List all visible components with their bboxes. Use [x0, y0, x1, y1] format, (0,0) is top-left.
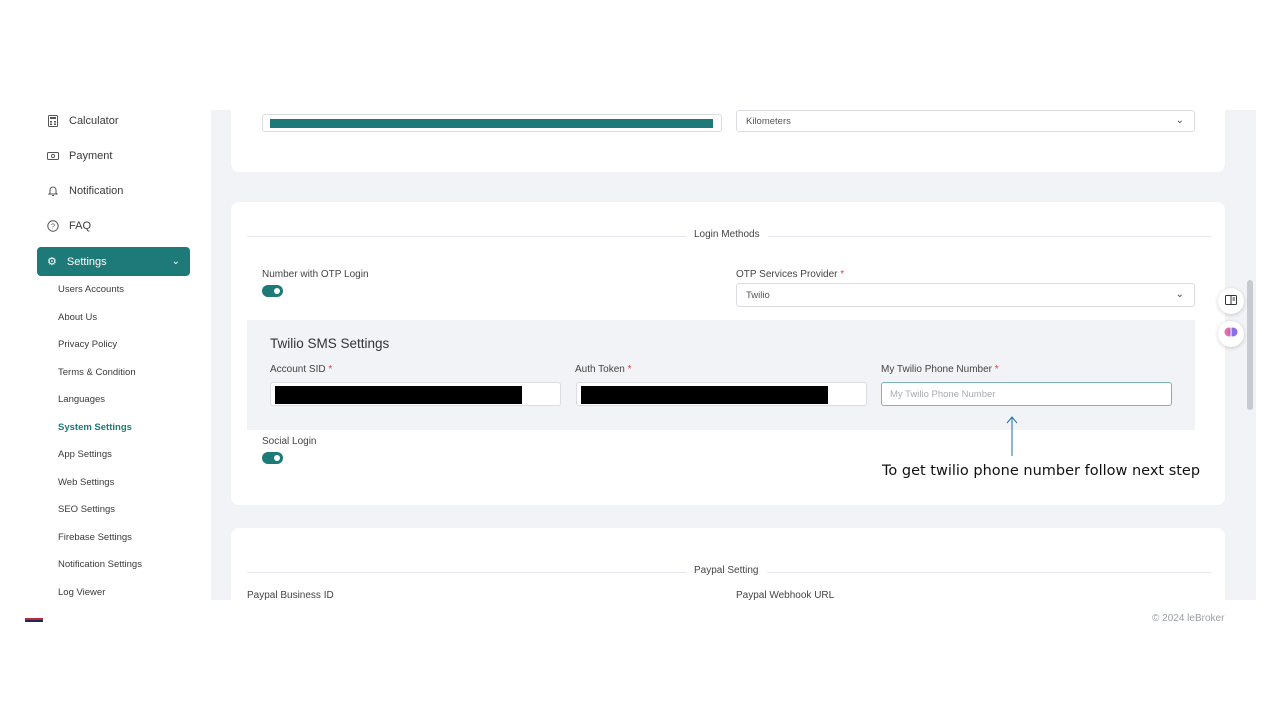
- twilio-settings-panel: Twilio SMS Settings Account SID * Auth T…: [247, 320, 1195, 430]
- phone-number-label: My Twilio Phone Number *: [881, 364, 999, 375]
- chevron-down-icon: ⌄: [171, 256, 180, 267]
- sidebar-subitem-web-settings[interactable]: Web Settings: [58, 477, 114, 488]
- chevron-down-icon: ⌄: [1175, 115, 1184, 126]
- book-icon: [1225, 292, 1237, 310]
- annotation-arrow-icon: [1006, 416, 1018, 456]
- calculator-icon: [47, 115, 59, 127]
- sidebar-subitem-seo-settings[interactable]: SEO Settings: [58, 504, 115, 515]
- otp-provider-value: Twilio: [746, 289, 770, 301]
- paypal-webhook-label: Paypal Webhook URL: [736, 590, 835, 600]
- sidebar-item-label: Settings: [66, 255, 107, 268]
- auth-token-input[interactable]: [576, 382, 867, 406]
- sidebar-item-faq[interactable]: ? FAQ: [47, 220, 91, 232]
- login-methods-card: Login Methods Number with OTP Login OTP …: [231, 202, 1225, 505]
- question-circle-icon: ?: [47, 220, 59, 232]
- gear-icon: ⚙: [47, 256, 57, 268]
- sidebar-subitem-privacy-policy[interactable]: Privacy Policy: [58, 339, 117, 350]
- progress-bar-fill: [270, 119, 713, 128]
- sidebar-subitem-users-accounts[interactable]: Users Accounts: [58, 284, 124, 295]
- phone-number-input[interactable]: My Twilio Phone Number: [881, 382, 1172, 406]
- sidebar-subitem-languages[interactable]: Languages: [58, 394, 105, 405]
- account-sid-input[interactable]: [270, 382, 561, 406]
- auth-token-label: Auth Token *: [575, 364, 632, 375]
- brain-icon: [1224, 325, 1238, 344]
- sidebar-item-label: Notification: [69, 185, 124, 197]
- bell-icon: [47, 185, 59, 197]
- redacted-value: [275, 386, 522, 404]
- sidebar-item-calculator[interactable]: Calculator: [47, 115, 119, 127]
- annotation-text: To get twilio phone number follow next s…: [882, 463, 1201, 479]
- social-login-label: Social Login: [262, 436, 317, 447]
- footer-copyright: © 2024 leBroker: [1152, 613, 1225, 624]
- sidebar-item-payment[interactable]: Payment: [47, 150, 112, 162]
- required-marker: *: [994, 364, 999, 375]
- paypal-business-id-label: Paypal Business ID: [247, 590, 334, 600]
- sidebar-item-label: Payment: [69, 150, 113, 162]
- sidebar-subitem-terms[interactable]: Terms & Condition: [58, 367, 136, 378]
- progress-bar: [262, 114, 722, 132]
- ai-assistant-button[interactable]: [1218, 321, 1244, 347]
- sidebar-item-label: Calculator: [69, 115, 119, 127]
- otp-provider-select[interactable]: Twilio ⌄: [736, 283, 1195, 307]
- svg-text:?: ?: [51, 222, 55, 231]
- otp-login-label: Number with OTP Login: [262, 269, 369, 280]
- sidebar-item-notification[interactable]: Notification: [47, 185, 123, 197]
- otp-login-toggle[interactable]: [262, 285, 283, 297]
- phone-number-placeholder: My Twilio Phone Number: [890, 388, 996, 400]
- paypal-settings-card: Paypal Setting Paypal Business ID Paypal…: [231, 528, 1225, 600]
- flag-icon: [25, 618, 43, 622]
- required-marker: *: [627, 364, 632, 375]
- distance-unit-select[interactable]: Kilometers ⌄: [736, 110, 1195, 132]
- account-sid-label: Account SID *: [270, 364, 333, 375]
- sidebar-subitem-system-settings[interactable]: System Settings: [58, 422, 132, 433]
- social-login-toggle[interactable]: [262, 452, 283, 464]
- payment-icon: [47, 150, 59, 162]
- sidebar-subitem-log-viewer[interactable]: Log Viewer: [58, 587, 105, 598]
- required-marker: *: [840, 269, 845, 280]
- sidebar-subitem-about-us[interactable]: About Us: [58, 312, 97, 323]
- distance-settings-card: Kilometers ⌄: [231, 110, 1225, 172]
- sidebar: Calculator Payment Notification ? FAQ ⚙ …: [0, 110, 211, 600]
- twilio-title: Twilio SMS Settings: [270, 336, 390, 351]
- section-title: Paypal Setting: [686, 565, 767, 576]
- distance-unit-value: Kilometers: [746, 115, 791, 127]
- app-frame: Calculator Payment Notification ? FAQ ⚙ …: [0, 110, 1256, 600]
- otp-provider-label: OTP Services Provider *: [736, 269, 845, 280]
- sidebar-subitem-notification-settings[interactable]: Notification Settings: [58, 559, 142, 570]
- reader-mode-button[interactable]: [1218, 288, 1244, 314]
- sidebar-item-settings[interactable]: ⚙ Settings ⌄: [37, 247, 190, 276]
- scrollbar-thumb[interactable]: [1247, 280, 1253, 410]
- sidebar-subitem-firebase-settings[interactable]: Firebase Settings: [58, 532, 132, 543]
- sidebar-subitem-app-settings[interactable]: App Settings: [58, 449, 112, 460]
- redacted-value: [581, 386, 828, 404]
- section-title: Login Methods: [686, 229, 768, 240]
- sidebar-item-label: FAQ: [69, 220, 92, 232]
- chevron-down-icon: ⌄: [1175, 289, 1184, 300]
- required-marker: *: [328, 364, 333, 375]
